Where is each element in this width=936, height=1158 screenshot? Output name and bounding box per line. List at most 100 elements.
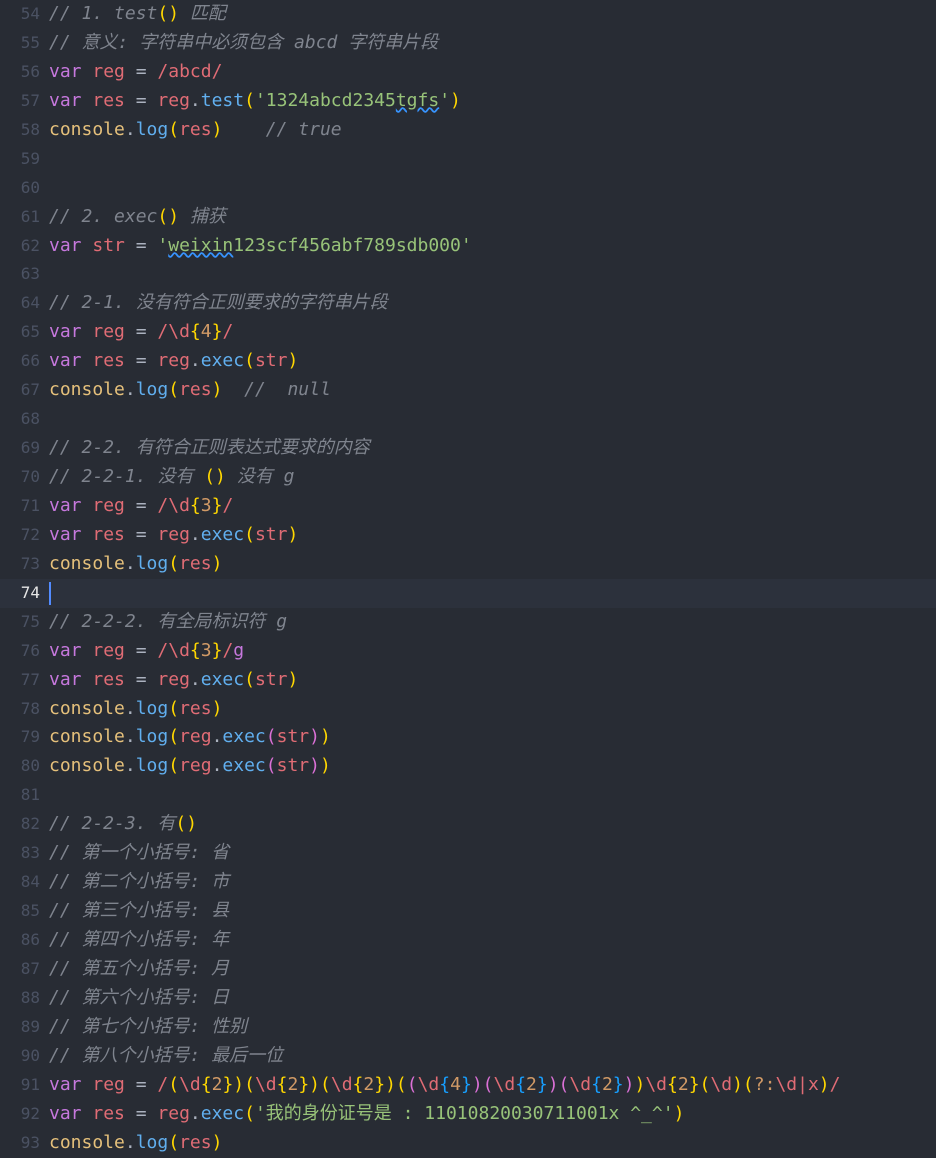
code-line[interactable]: 80 console.log(reg.exec(str)): [0, 752, 936, 781]
code-token: =: [124, 321, 158, 343]
code-line[interactable]: 92 var res = reg.exec('我的身份证号是 : 11010820…: [0, 1100, 936, 1129]
code-token: .: [124, 1131, 136, 1153]
code-text: // 2-2-1. 没有 () 没有 g: [49, 463, 294, 492]
line-number: 88: [20, 987, 40, 1007]
code-text: console.log(res): [49, 1129, 222, 1158]
code-line[interactable]: 87 // 第五个小括号: 月: [0, 955, 936, 984]
code-text: console.log(res): [49, 550, 222, 579]
code-line[interactable]: 75 // 2-2-2. 有全局标识符 g: [0, 608, 936, 637]
code-line[interactable]: 81: [0, 781, 936, 810]
code-token: reg: [92, 1073, 125, 1095]
code-token: // 2-1. 没有符合正则要求的字符串片段: [49, 292, 388, 314]
code-token: 2: [601, 1073, 613, 1095]
code-line[interactable]: 82 // 2-2-3. 有(): [0, 810, 936, 839]
code-token: \d: [254, 1073, 277, 1095]
code-line[interactable]: 62 var str = 'weixin123scf456abf789sdb000…: [0, 232, 936, 261]
code-token: /: [222, 321, 234, 343]
code-token: .: [124, 697, 136, 719]
code-line[interactable]: 64 // 2-1. 没有符合正则要求的字符串片段: [0, 289, 936, 318]
code-text: // 意义: 字符串中必须包含 abcd 字符串片段: [49, 29, 438, 58]
code-line[interactable]: 57 var res = reg.test('1324abcd2345tgfs'): [0, 87, 936, 116]
code-token: ): [319, 755, 331, 777]
code-line[interactable]: 76 var reg = /\d{3}/g: [0, 637, 936, 666]
code-line[interactable]: 60: [0, 174, 936, 203]
code-line[interactable]: 90 // 第八个小括号: 最后一位: [0, 1042, 936, 1071]
code-token: console: [49, 379, 125, 401]
code-text: var res = reg.exec(str): [49, 347, 298, 376]
code-token: // 第七个小括号: 性别: [49, 1015, 248, 1037]
code-line[interactable]: 84 // 第二个小括号: 市: [0, 868, 936, 897]
code-token: =: [124, 494, 158, 516]
code-text: // 2. exec() 捕获: [49, 203, 226, 232]
line-number: 91: [20, 1074, 40, 1094]
code-line[interactable]: 63: [0, 260, 936, 289]
code-line[interactable]: 86 // 第四个小括号: 年: [0, 926, 936, 955]
code-token: ): [211, 552, 223, 574]
code-token: 4: [450, 1073, 461, 1095]
code-token: res: [179, 697, 212, 719]
code-line[interactable]: 88 // 第六个小括号: 日: [0, 984, 936, 1013]
code-line[interactable]: 79 console.log(reg.exec(str)): [0, 723, 936, 752]
line-number: 66: [20, 351, 40, 371]
code-line[interactable]: 69 // 2-2. 有符合正则表达式要求的内容: [0, 434, 936, 463]
code-token: str: [276, 755, 310, 777]
code-token: {: [515, 1073, 527, 1095]
code-token: // 2-2-3. 有: [49, 813, 176, 835]
line-number: 60: [20, 177, 40, 197]
line-number: 62: [20, 235, 40, 255]
line-number: 55: [20, 32, 40, 52]
code-token: .: [124, 118, 136, 140]
code-token: log: [135, 118, 169, 140]
code-text: var reg = /abcd/: [49, 58, 222, 87]
code-line[interactable]: 56 var reg = /abcd/: [0, 58, 936, 87]
code-editor[interactable]: 54// 1. test() 匹配 55 // 意义: 字符串中必须包含 abcd …: [0, 0, 936, 1153]
code-token: .: [189, 350, 201, 372]
code-line[interactable]: 66 var res = reg.exec(str): [0, 347, 936, 376]
code-line[interactable]: 55 // 意义: 字符串中必须包含 abcd 字符串片段: [0, 29, 936, 58]
code-line[interactable]: 61 // 2. exec() 捕获: [0, 203, 936, 232]
code-line[interactable]: 70 // 2-2-1. 没有 () 没有 g: [0, 463, 936, 492]
code-line[interactable]: 58 console.log(res) // true: [0, 116, 936, 145]
code-line[interactable]: 54 // 1. test() 匹配: [0, 0, 936, 29]
code-token: // 2. exec: [49, 205, 158, 227]
code-line[interactable]: 73 console.log(res): [0, 550, 936, 579]
code-text: var reg = /\d{3}/g: [49, 637, 244, 666]
code-token: log: [135, 1131, 169, 1153]
code-line[interactable]: 68: [0, 405, 936, 434]
code-text: var str = 'weixin123scf456abf789sdb000': [49, 232, 472, 261]
code-line[interactable]: 83 // 第一个小括号: 省: [0, 839, 936, 868]
code-token: (: [168, 1073, 180, 1095]
code-line[interactable]: 85 // 第三个小括号: 县: [0, 897, 936, 926]
line-number: 93: [20, 1132, 40, 1152]
code-token: }: [211, 639, 223, 661]
line-number: 57: [20, 90, 40, 110]
code-token: console: [49, 1131, 125, 1153]
code-line[interactable]: 93 console.log(res): [0, 1129, 936, 1158]
code-line[interactable]: 91 var reg = /(\d{2})(\d{2})(\d{2})((\d{4…: [0, 1071, 936, 1100]
code-token: reg: [179, 755, 212, 777]
code-token: console: [49, 697, 125, 719]
code-token: 2: [287, 1073, 299, 1095]
code-token: .: [211, 726, 223, 748]
code-line[interactable]: 74: [0, 578, 936, 608]
code-token: 4: [200, 321, 212, 343]
code-line[interactable]: 71 var reg = /\d{3}/: [0, 492, 936, 521]
code-token: (: [244, 523, 255, 545]
code-line[interactable]: 59: [0, 145, 936, 174]
code-line[interactable]: 67 console.log(res) // null: [0, 376, 936, 405]
code-text: // 第八个小括号: 最后一位: [49, 1042, 283, 1071]
code-line[interactable]: 89 // 第七个小括号: 性别: [0, 1013, 936, 1042]
code-line[interactable]: 78 console.log(res): [0, 695, 936, 724]
code-token: (: [168, 1131, 180, 1153]
code-token: {: [352, 1073, 364, 1095]
code-token: // true: [265, 118, 342, 140]
code-token: res: [92, 668, 125, 690]
code-token: .: [189, 89, 201, 111]
code-line[interactable]: 65 var reg = /\d{4}/: [0, 318, 936, 347]
code-line[interactable]: 77 var res = reg.exec(str): [0, 666, 936, 695]
code-line[interactable]: 72 var res = reg.exec(str): [0, 521, 936, 550]
code-token: 2: [526, 1073, 537, 1095]
code-token: {: [591, 1073, 602, 1095]
